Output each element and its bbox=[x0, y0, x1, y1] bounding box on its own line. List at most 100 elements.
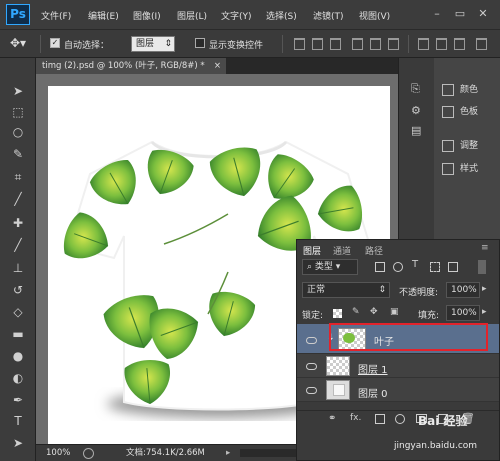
lock-label: 锁定: bbox=[302, 311, 324, 321]
align-vcenter-icon[interactable] bbox=[312, 38, 323, 50]
visibility-eye-icon[interactable] bbox=[306, 337, 317, 344]
auto-select-label: 自动选择： bbox=[64, 41, 110, 51]
adjustments-icon bbox=[442, 139, 454, 152]
auto-select-dropdown[interactable]: 图层 ⇕ bbox=[131, 36, 175, 52]
color-panel-tab[interactable]: 颜色 bbox=[442, 82, 478, 96]
history-icon[interactable]: ⎘ bbox=[411, 82, 420, 96]
quick-select-tool-icon[interactable]: ✎ bbox=[8, 146, 28, 162]
document-title: timg (2).psd @ 100% (叶子, RGB/8#) * bbox=[42, 61, 205, 71]
gradient-tool-icon[interactable]: ▬ bbox=[8, 326, 28, 342]
tab-paths[interactable]: 路径 bbox=[365, 244, 383, 257]
fx-icon[interactable]: fx. bbox=[350, 413, 361, 423]
opacity-slider-icon[interactable]: ▸ bbox=[482, 284, 487, 294]
styles-icon bbox=[442, 162, 454, 175]
align-top-icon[interactable] bbox=[294, 38, 305, 50]
link-icon[interactable]: ⚭ bbox=[328, 413, 336, 424]
distribute-center-icon[interactable] bbox=[436, 38, 447, 50]
document-size: 文档:754.1K/2.66M bbox=[126, 448, 205, 458]
styles-panel-tab[interactable]: 样式 bbox=[442, 161, 478, 175]
filter-adjustment-icon[interactable] bbox=[393, 262, 403, 272]
lock-transparent-icon[interactable] bbox=[333, 309, 342, 318]
opacity-field[interactable]: 100% bbox=[446, 282, 480, 298]
mask-icon[interactable] bbox=[375, 414, 385, 424]
color-icon bbox=[442, 83, 454, 96]
layer-thumbnail bbox=[326, 356, 350, 376]
layer-thumbnail bbox=[326, 380, 350, 400]
panel-menu-icon[interactable]: ≡ bbox=[481, 243, 489, 253]
distribute-bottom-icon[interactable] bbox=[454, 38, 465, 50]
search-icon: ⌕ bbox=[307, 262, 313, 272]
watermark-url: jingyan.baidu.com bbox=[394, 441, 478, 451]
menu-image[interactable]: 图像(I) bbox=[133, 9, 161, 22]
zoom-level[interactable]: 100% bbox=[46, 445, 70, 461]
menu-edit[interactable]: 编辑(E) bbox=[88, 9, 119, 22]
menu-view[interactable]: 视图(V) bbox=[359, 9, 390, 22]
lasso-tool-icon[interactable]: ○ bbox=[8, 124, 28, 140]
menu-file[interactable]: 文件(F) bbox=[41, 9, 71, 22]
crop-tool-icon[interactable]: ⌗ bbox=[8, 169, 28, 185]
move-tool-icon[interactable]: ✥▾ bbox=[10, 36, 26, 50]
auto-select-checkbox[interactable]: ✓ bbox=[50, 38, 60, 48]
pen-tool-icon[interactable]: ✒ bbox=[8, 392, 28, 408]
clone-stamp-tool-icon[interactable]: ⊥ bbox=[8, 260, 28, 276]
tools-panel: ➤ ⬚ ○ ✎ ⌗ ╱ ✚ ╱ ⊥ ↺ ◇ ▬ ● ◐ ✒ T ➤ bbox=[0, 58, 36, 461]
tab-layers[interactable]: 图层 bbox=[303, 244, 321, 257]
layer-name[interactable]: 图层 0 bbox=[358, 385, 388, 400]
highlight-box bbox=[329, 323, 488, 351]
filter-pixel-icon[interactable] bbox=[375, 262, 385, 272]
eraser-tool-icon[interactable]: ◇ bbox=[8, 304, 28, 320]
type-tool-icon[interactable]: T bbox=[8, 413, 28, 429]
close-window-button[interactable]: ✕ bbox=[474, 6, 492, 22]
tab-channels[interactable]: 通道 bbox=[333, 244, 351, 257]
history-brush-tool-icon[interactable]: ↺ bbox=[8, 282, 28, 298]
blend-mode-dropdown[interactable]: 正常 ⇕ bbox=[302, 282, 390, 298]
lock-all-icon[interactable]: ▣ bbox=[390, 307, 399, 317]
distribute-left-icon[interactable] bbox=[476, 38, 487, 50]
filter-smart-object-icon[interactable] bbox=[448, 262, 458, 272]
align-hcenter-icon[interactable] bbox=[370, 38, 381, 50]
status-arrow-icon[interactable]: ▸ bbox=[226, 445, 230, 461]
menu-filter[interactable]: 滤镜(T) bbox=[313, 9, 344, 22]
document-tab[interactable]: timg (2).psd @ 100% (叶子, RGB/8#) * × bbox=[36, 58, 226, 74]
filter-toggle[interactable] bbox=[478, 260, 486, 274]
dodge-tool-icon[interactable]: ◐ bbox=[8, 370, 28, 386]
align-right-icon[interactable] bbox=[388, 38, 399, 50]
swatches-icon bbox=[442, 105, 454, 118]
menu-type[interactable]: 文字(Y) bbox=[221, 9, 252, 22]
healing-brush-tool-icon[interactable]: ✚ bbox=[8, 215, 28, 231]
layer-name[interactable]: 图层 1 bbox=[358, 361, 388, 376]
show-transform-checkbox[interactable] bbox=[195, 38, 205, 48]
distribute-top-icon[interactable] bbox=[418, 38, 429, 50]
adjustment-layer-icon[interactable] bbox=[395, 414, 405, 424]
lock-position-icon[interactable]: ✥ bbox=[370, 307, 378, 317]
fill-slider-icon[interactable]: ▸ bbox=[482, 307, 487, 317]
visibility-eye-icon[interactable] bbox=[306, 387, 317, 394]
lock-pixels-icon[interactable]: ✎ bbox=[352, 307, 360, 317]
filter-shape-icon[interactable] bbox=[430, 262, 440, 272]
align-left-icon[interactable] bbox=[352, 38, 363, 50]
layer-filter-dropdown[interactable]: ⌕ 类型 ▾ bbox=[302, 259, 358, 275]
menu-layer[interactable]: 图层(L) bbox=[177, 9, 207, 22]
swatches-panel-tab[interactable]: 色板 bbox=[442, 104, 478, 118]
divider bbox=[40, 35, 41, 53]
filter-type-icon[interactable]: T bbox=[412, 259, 418, 270]
menu-select[interactable]: 选择(S) bbox=[266, 9, 297, 22]
status-menu-icon[interactable] bbox=[83, 448, 94, 459]
blur-tool-icon[interactable]: ● bbox=[8, 348, 28, 364]
visibility-eye-icon[interactable] bbox=[306, 363, 317, 370]
adjustments-panel-tab[interactable]: 调整 bbox=[442, 138, 478, 152]
path-select-tool-icon[interactable]: ➤ bbox=[8, 435, 28, 451]
eyedropper-tool-icon[interactable]: ╱ bbox=[8, 191, 28, 207]
close-tab-icon[interactable]: × bbox=[214, 58, 221, 74]
marquee-tool-icon[interactable]: ⬚ bbox=[8, 104, 28, 120]
fill-label: 填充: bbox=[418, 311, 440, 321]
align-bottom-icon[interactable] bbox=[330, 38, 341, 50]
brush-tool-icon[interactable]: ╱ bbox=[8, 237, 28, 253]
maximize-button[interactable]: ▭ bbox=[451, 6, 469, 22]
minimize-button[interactable]: – bbox=[428, 6, 446, 22]
fill-field[interactable]: 100% bbox=[446, 305, 480, 321]
watermark-logo: Bai 经验 bbox=[418, 414, 468, 428]
info-icon[interactable]: ▤ bbox=[411, 124, 421, 137]
move-tool-icon[interactable]: ➤ bbox=[8, 83, 28, 99]
properties-icon[interactable]: ⚙ bbox=[411, 104, 421, 117]
